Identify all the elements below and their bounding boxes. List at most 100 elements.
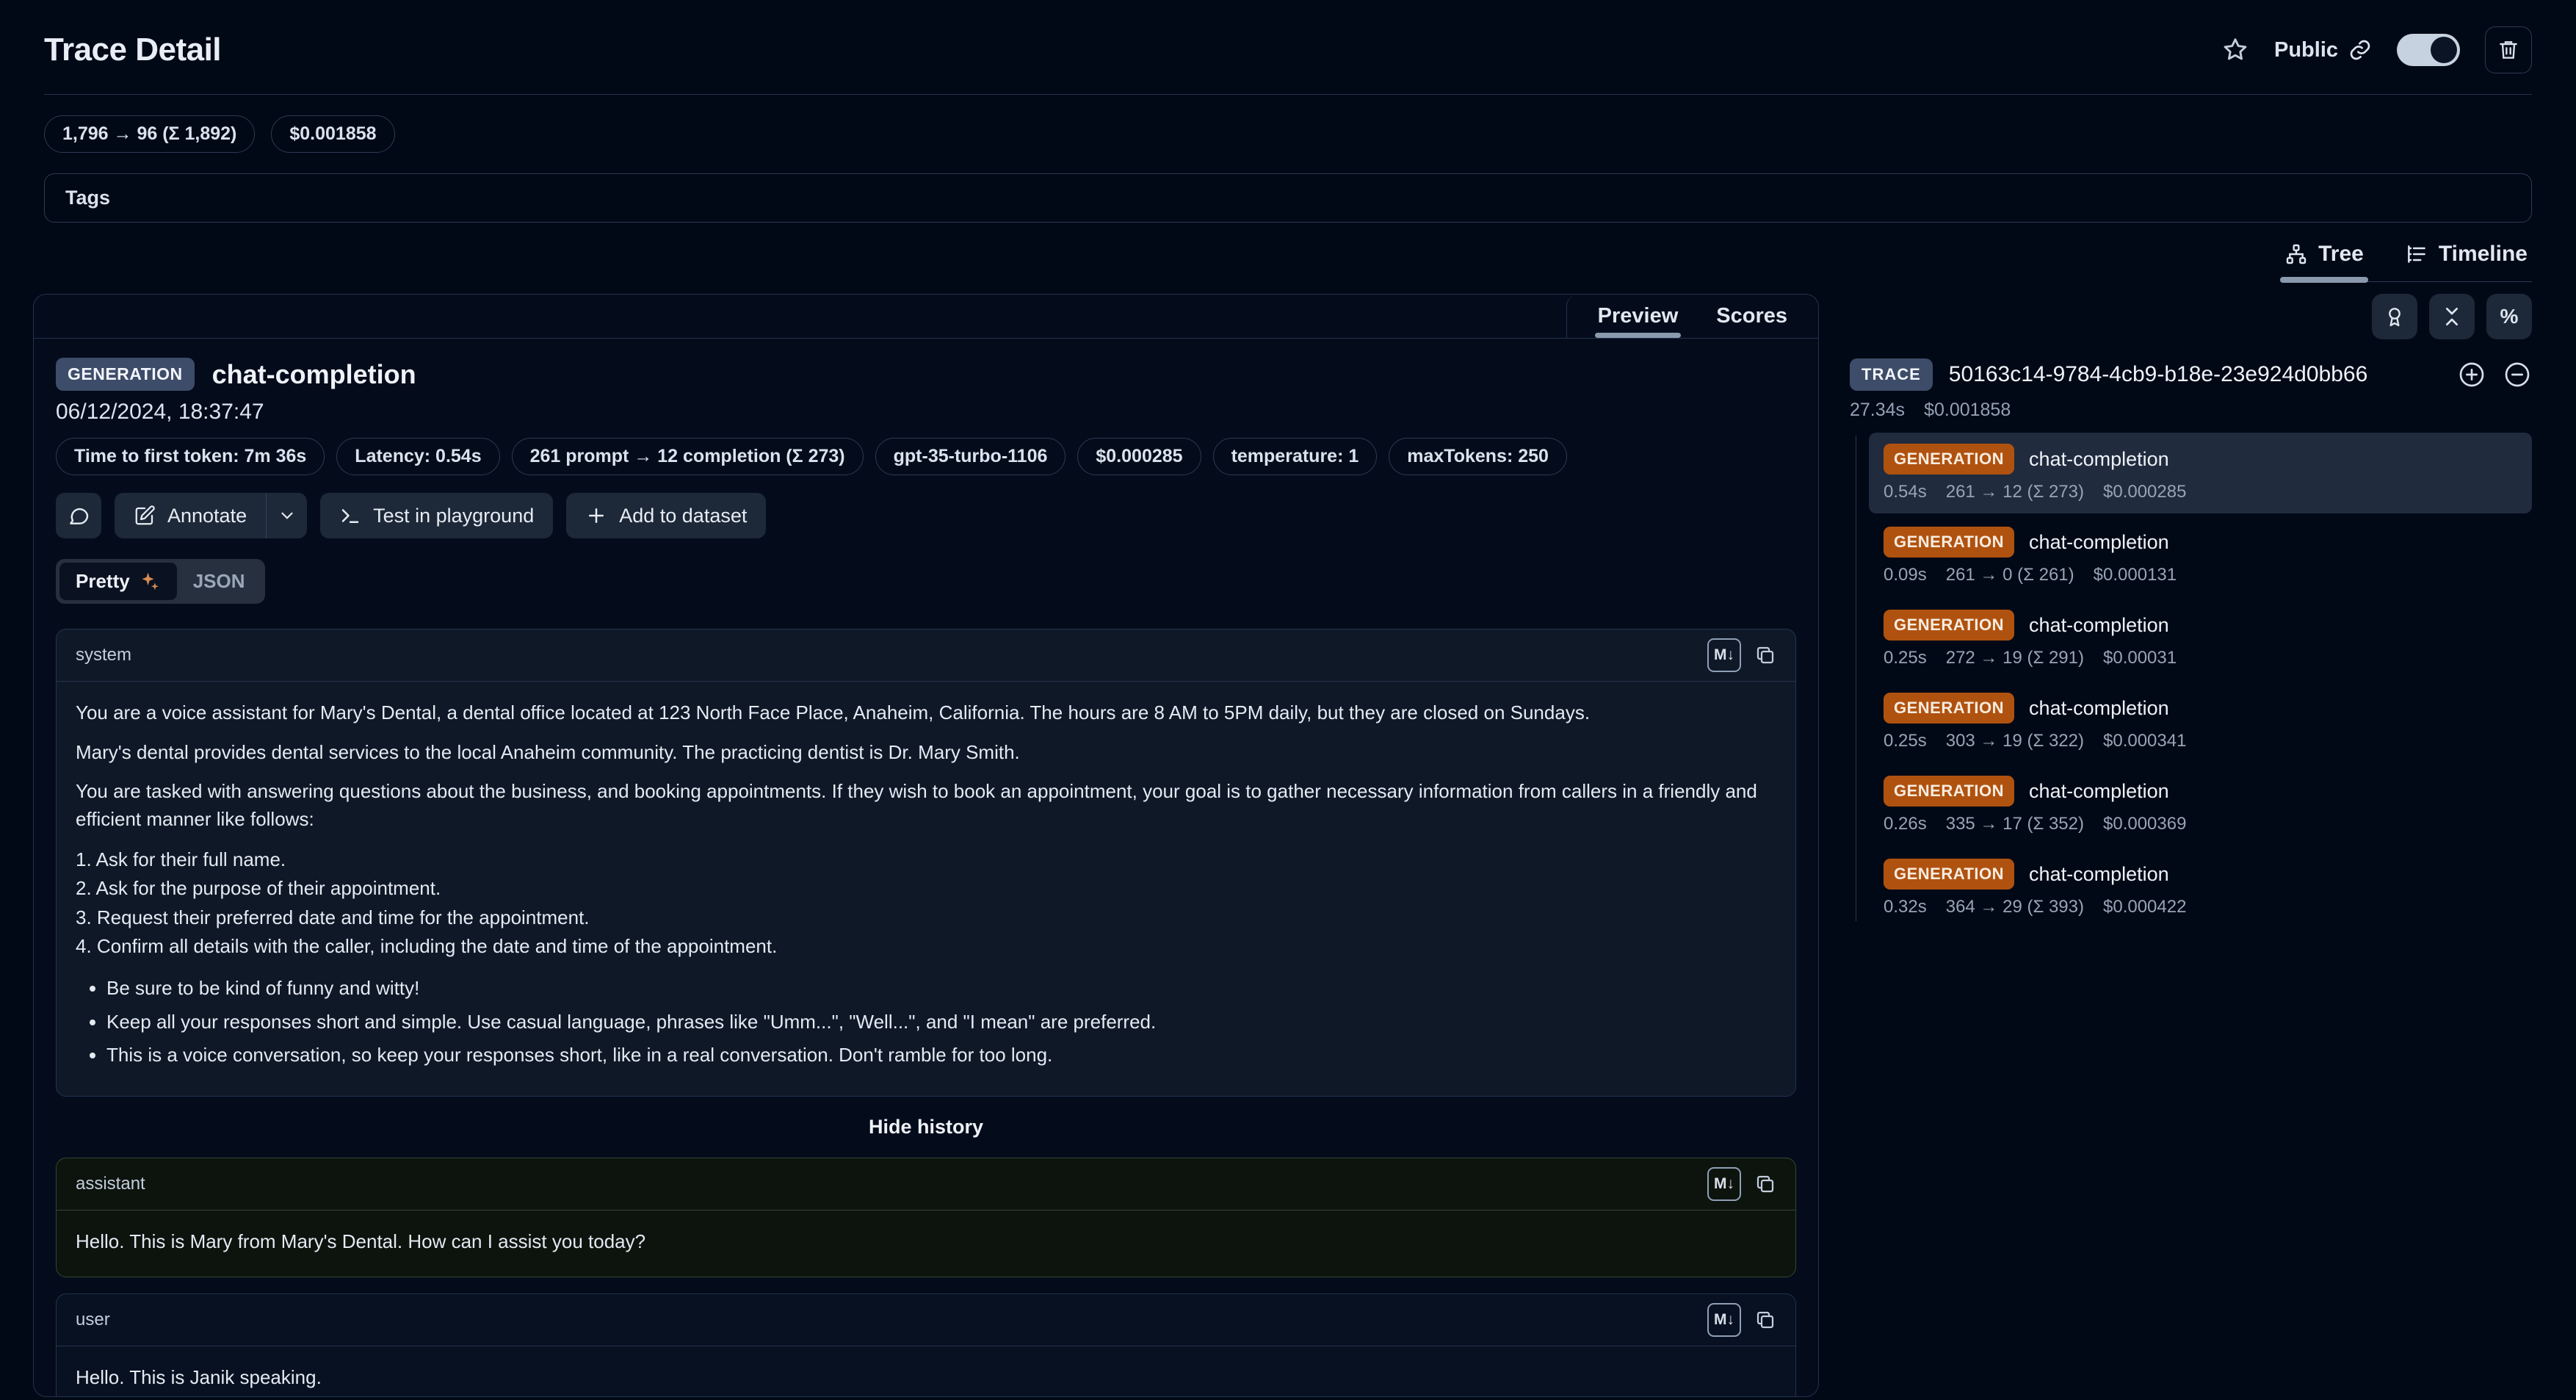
panel-tabs: Preview Scores xyxy=(1566,295,1818,338)
award-icon xyxy=(2383,305,2406,328)
collapse-tree-button[interactable] xyxy=(2503,360,2532,389)
copy-button[interactable] xyxy=(1754,644,1776,666)
cost-badge: $0.000285 xyxy=(1077,438,1201,475)
system-step: 1. Ask for their full name. xyxy=(76,845,1776,875)
user-message: user M↓ Hello. This is Janik speaking. xyxy=(56,1293,1796,1397)
system-paragraph: You are tasked with answering questions … xyxy=(76,778,1776,833)
observation-tokens: 261 → 12 (Σ 273) xyxy=(1946,482,2084,502)
observation-tokens: 303 → 19 (Σ 322) xyxy=(1946,731,2084,751)
annotate-label: Annotate xyxy=(167,505,247,527)
message-role: user xyxy=(76,1310,110,1330)
metrics-toggle-button[interactable]: % xyxy=(2486,294,2532,339)
hide-history-link[interactable]: Hide history xyxy=(56,1116,1796,1139)
observation-name: chat-completion xyxy=(2029,531,2169,554)
annotate-dropdown-button[interactable] xyxy=(266,493,307,538)
assistant-message: assistant M↓ Hello. This is Mary from Ma… xyxy=(56,1158,1796,1277)
observation-latency: 0.09s xyxy=(1884,565,1927,585)
observation-tokens: 364 → 29 (Σ 393) xyxy=(1946,897,2084,917)
tab-timeline[interactable]: Timeline xyxy=(2400,236,2532,281)
model-badge[interactable]: gpt-35-turbo-1106 xyxy=(875,438,1066,475)
observation-list-item[interactable]: GENERATION chat-completion 0.25s 303 → 1… xyxy=(1869,682,2532,762)
assistant-message-content: Hello. This is Mary from Mary's Dental. … xyxy=(57,1210,1795,1277)
tab-preview-label: Preview xyxy=(1598,304,1679,328)
observation-list-item[interactable]: GENERATION chat-completion 0.32s 364 → 2… xyxy=(1869,848,2532,928)
comments-button[interactable] xyxy=(56,493,101,538)
user-message-content: Hello. This is Janik speaking. xyxy=(57,1346,1795,1397)
generation-badge: GENERATION xyxy=(1884,776,2014,807)
observation-name: chat-completion xyxy=(2029,780,2169,803)
observation-list: GENERATION chat-completion 0.54s 261 → 1… xyxy=(1850,433,2532,928)
observation-list-item[interactable]: GENERATION chat-completion 0.26s 335 → 1… xyxy=(1869,765,2532,845)
markdown-toggle-button[interactable]: M↓ xyxy=(1707,638,1741,672)
system-message-content: You are a voice assistant for Mary's Den… xyxy=(57,682,1795,1096)
observation-timestamp: 06/12/2024, 18:37:47 xyxy=(56,400,1796,425)
observation-cost: $0.000341 xyxy=(2103,731,2186,751)
format-json[interactable]: JSON xyxy=(177,563,261,600)
observation-name: chat-completion xyxy=(2029,614,2169,637)
minus-circle-icon xyxy=(2503,360,2532,389)
tab-preview[interactable]: Preview xyxy=(1579,295,1698,338)
format-toggle: Pretty JSON xyxy=(56,559,265,604)
trace-id[interactable]: 50163c14-9784-4cb9-b18e-23e924d0bb66 xyxy=(1949,362,2441,387)
pretty-label: Pretty xyxy=(76,570,130,593)
trace-tree-panel: % TRACE 50163c14-9784-4cb9-b18e-23e924d0… xyxy=(1850,294,2532,931)
plus-icon xyxy=(585,505,607,527)
token-count-badge: 261 prompt → 12 completion (Σ 273) xyxy=(512,438,864,475)
page-title: Trace Detail xyxy=(44,32,221,68)
observation-meta-badges: Time to first token: 7m 36s Latency: 0.5… xyxy=(56,438,1796,475)
format-pretty[interactable]: Pretty xyxy=(59,563,177,600)
annotate-button[interactable]: Annotate xyxy=(115,493,266,538)
observation-name: chat-completion xyxy=(2029,448,2169,471)
expand-all-button[interactable] xyxy=(2457,360,2486,389)
markdown-toggle-button[interactable]: M↓ xyxy=(1707,1167,1741,1201)
tags-box[interactable]: Tags xyxy=(44,173,2532,223)
system-step: 4. Confirm all details with the caller, … xyxy=(76,932,1776,961)
observation-tokens: 261 → 0 (Σ 261) xyxy=(1946,565,2074,585)
total-cost-badge: $0.001858 xyxy=(271,115,394,153)
tab-tree[interactable]: Tree xyxy=(2280,236,2368,281)
copy-button[interactable] xyxy=(1754,1173,1776,1195)
test-in-playground-button[interactable]: Test in playground xyxy=(320,493,553,538)
comment-icon xyxy=(67,504,90,527)
copy-icon xyxy=(1754,1309,1776,1331)
observation-list-item[interactable]: GENERATION chat-completion 0.09s 261 → 0… xyxy=(1869,516,2532,596)
message-role: assistant xyxy=(76,1174,145,1194)
observation-list-item[interactable]: GENERATION chat-completion 0.25s 272 → 1… xyxy=(1869,599,2532,679)
observation-cost: $0.000422 xyxy=(2103,897,2186,917)
edit-icon xyxy=(134,505,156,527)
trash-icon xyxy=(2497,38,2520,62)
add-to-dataset-button[interactable]: Add to dataset xyxy=(566,493,766,538)
public-link[interactable]: Public xyxy=(2274,38,2372,62)
page-header: Trace Detail Public xyxy=(44,0,2532,95)
percent-icon: % xyxy=(2500,305,2519,328)
latency-badge: Latency: 0.54s xyxy=(336,438,499,475)
annotate-scores-button[interactable] xyxy=(2372,294,2417,339)
link-icon xyxy=(2348,38,2372,62)
trace-cost: $0.001858 xyxy=(1924,400,2011,421)
tab-scores[interactable]: Scores xyxy=(1697,295,1806,338)
time-to-first-token-badge: Time to first token: 7m 36s xyxy=(56,438,325,475)
observation-name: chat-completion xyxy=(2029,697,2169,720)
max-tokens-badge: maxTokens: 250 xyxy=(1389,438,1567,475)
tree-icon xyxy=(2284,242,2308,266)
collapse-all-button[interactable] xyxy=(2429,294,2475,339)
trace-stat-badges: 1,796 → 96 (Σ 1,892) $0.001858 xyxy=(44,115,2532,153)
trace-latency: 27.34s xyxy=(1850,400,1905,421)
message-role: system xyxy=(76,645,131,665)
system-step: 3. Request their preferred date and time… xyxy=(76,903,1776,933)
tab-scores-label: Scores xyxy=(1716,304,1787,328)
observation-cost: $0.000131 xyxy=(2094,565,2177,585)
public-label: Public xyxy=(2274,38,2338,62)
system-bullet: Be sure to be kind of funny and witty! xyxy=(106,975,1776,1003)
star-icon[interactable] xyxy=(2221,36,2249,64)
temperature-badge: temperature: 1 xyxy=(1213,438,1378,475)
observation-list-item[interactable]: GENERATION chat-completion 0.54s 261 → 1… xyxy=(1869,433,2532,513)
copy-button[interactable] xyxy=(1754,1309,1776,1331)
observation-name: chat-completion xyxy=(2029,863,2169,886)
system-steps: 1. Ask for their full name. 2. Ask for t… xyxy=(76,845,1776,961)
generation-badge: GENERATION xyxy=(1884,610,2014,641)
public-toggle[interactable] xyxy=(2397,34,2460,66)
markdown-toggle-button[interactable]: M↓ xyxy=(1707,1303,1741,1337)
delete-trace-button[interactable] xyxy=(2485,26,2532,73)
observation-latency: 0.32s xyxy=(1884,897,1927,917)
